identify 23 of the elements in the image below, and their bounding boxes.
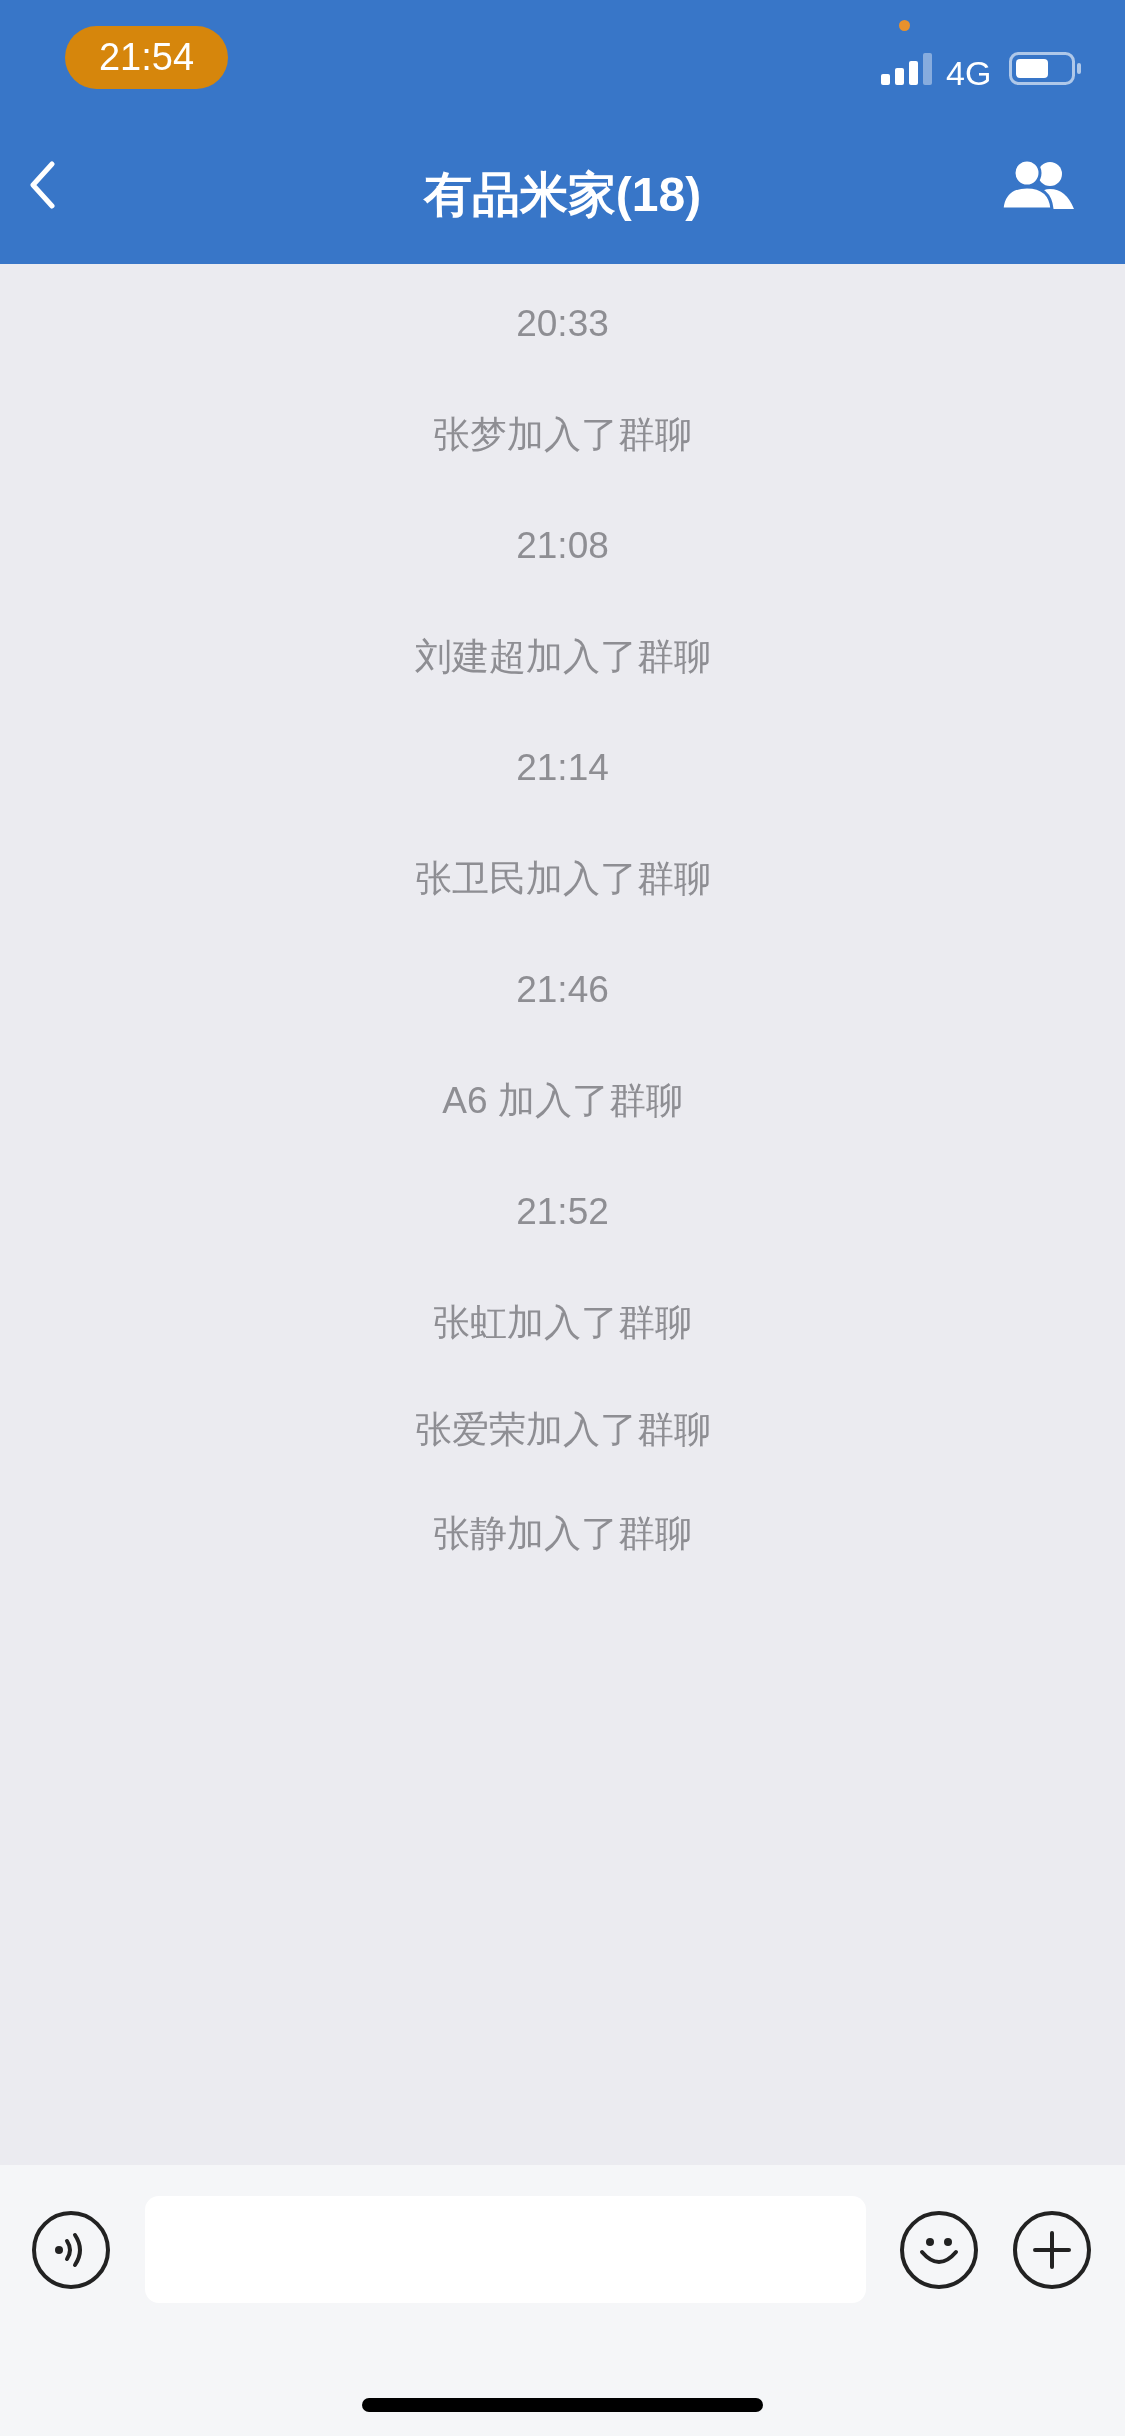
plus-icon [1032,2230,1072,2270]
chat-title: 有品米家(18) [423,166,702,223]
timestamp: 20:33 [516,301,609,346]
add-button[interactable] [1013,2211,1091,2289]
timestamp: 21:14 [516,745,609,790]
status-time: 21:54 [65,26,228,89]
back-chevron-icon [29,161,55,209]
signal-icon [881,52,933,85]
system-message: 张静加入了群聊 [433,1512,692,1557]
system-message: 张爱荣加入了群聊 [414,1408,711,1453]
emoji-button[interactable] [900,2211,978,2289]
system-message: 刘建超加入了群聊 [414,634,711,679]
timestamp: 21:08 [516,523,609,568]
system-message: 张梦加入了群聊 [433,412,692,457]
system-message: 张卫民加入了群聊 [414,856,711,901]
timestamp: 21:46 [516,967,609,1012]
voice-button[interactable] [32,2211,110,2289]
timestamp: 21:52 [516,1189,609,1234]
system-message: A6 加入了群聊 [442,1078,683,1123]
battery-icon [1009,52,1083,85]
system-message: 张虹加入了群聊 [433,1300,692,1345]
people-icon [1000,159,1076,211]
network-label: 4G [946,53,992,94]
